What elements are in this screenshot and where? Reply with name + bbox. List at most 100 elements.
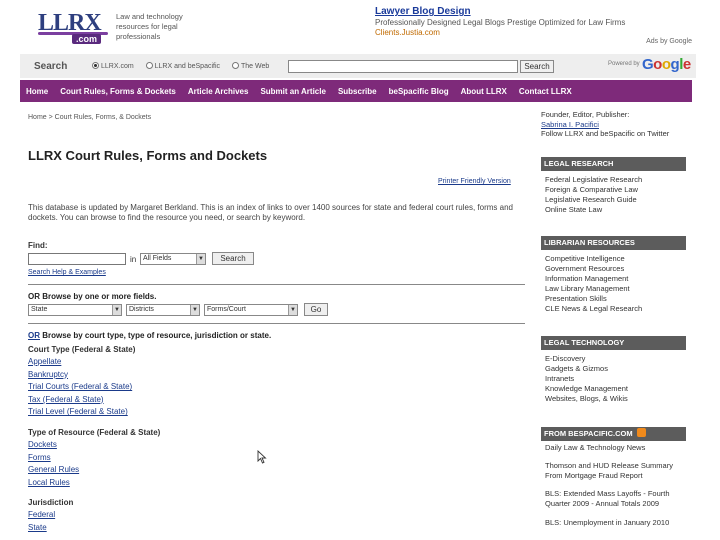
nav-about[interactable]: About LLRX [455, 87, 513, 96]
find-search-button[interactable]: Search [212, 252, 254, 265]
forms-court-select-value: Forms/Court [207, 306, 246, 313]
news-item[interactable]: BLS: Extended Mass Layoffs - Fourth Quar… [545, 489, 685, 509]
section-header-legal-technology: Legal Technology [541, 336, 686, 350]
powered-by-label: Powered by [608, 61, 640, 67]
court-type-item[interactable]: Tax (Federal & State) [28, 394, 132, 407]
go-button[interactable]: Go [304, 303, 328, 316]
jurisdiction-heading: Jurisdiction [28, 498, 74, 507]
ad-description: Professionally Designed Legal Blogs Pres… [375, 18, 626, 27]
sidebar-link[interactable]: Competitive Intelligence [545, 254, 642, 264]
state-select[interactable]: State ▼ [28, 304, 122, 316]
nav-article-archives[interactable]: Article Archives [182, 87, 255, 96]
court-type-item[interactable]: Bankruptcy [28, 369, 132, 382]
search-scope-llrx[interactable]: LLRX.com [92, 62, 134, 70]
sidebar-link[interactable]: Websites, Blogs, & Wikis [545, 394, 628, 404]
legal-technology-list: E-Discovery Gadgets & Gizmos Intranets K… [545, 354, 628, 404]
nav-court-rules[interactable]: Court Rules, Forms & Dockets [54, 87, 182, 96]
sidebar-founder: Founder, Editor, Publisher: Sabrina I. P… [541, 110, 687, 139]
browse-type-heading: OR Browse by court type, type of resourc… [28, 331, 272, 340]
forms-court-select[interactable]: Forms/Court ▼ [204, 304, 298, 316]
court-type-list: Appellate Bankruptcy Trial Courts (Feder… [28, 356, 132, 419]
resource-type-item[interactable]: General Rules [28, 464, 79, 477]
breadcrumb[interactable]: Home > Court Rules, Forms, & Dockets [28, 114, 151, 121]
resource-type-item[interactable]: Forms [28, 452, 79, 465]
find-label: Find: [28, 241, 48, 250]
ad-url-link[interactable]: Clients.Justia.com [375, 28, 695, 37]
main-content: Home > Court Rules, Forms, & Dockets LLR… [28, 108, 528, 540]
dropdown-arrow-icon: ▼ [288, 305, 297, 315]
founder-name-link[interactable]: Sabrina I. Pacifici [541, 120, 687, 130]
district-select[interactable]: Districts ▼ [126, 304, 200, 316]
or-link[interactable]: OR [28, 331, 40, 340]
jurisdiction-list: Federal State [28, 509, 55, 534]
sidebar-link[interactable]: CLE News & Legal Research [545, 304, 642, 314]
court-type-item[interactable]: Appellate [28, 356, 132, 369]
bespacific-subtitle: Daily Law & Technology News [545, 443, 646, 452]
resource-type-item[interactable]: Local Rules [28, 477, 79, 490]
court-type-item[interactable]: Trial Courts (Federal & State) [28, 381, 132, 394]
ad-title-link[interactable]: Lawyer Blog Design [375, 6, 695, 17]
site-search-input[interactable] [288, 60, 518, 73]
radio-icon[interactable] [145, 62, 153, 69]
ads-by-google-link[interactable]: Ads by Google [646, 38, 692, 45]
sidebar-link[interactable]: Information Management [545, 274, 642, 284]
printer-friendly-link[interactable]: Printer Friendly Version [438, 178, 511, 185]
rss-feed-icon[interactable] [636, 428, 646, 437]
field-select-value: All Fields [143, 255, 172, 262]
sidebar-link[interactable]: Online State Law [545, 205, 642, 215]
sidebar-link[interactable]: Knowledge Management [545, 384, 628, 394]
court-type-heading: Court Type (Federal & State) [28, 345, 136, 354]
search-scope-web[interactable]: The Web [231, 62, 269, 70]
section-header-legal-research: Legal Research [541, 157, 686, 171]
jurisdiction-item[interactable]: Federal [28, 509, 55, 522]
news-item[interactable]: Thomson and HUD Release Summary From Mor… [545, 461, 685, 481]
nav-submit-article[interactable]: Submit an Article [254, 87, 332, 96]
sidebar-link[interactable]: Presentation Skills [545, 294, 642, 304]
twitter-follow-text[interactable]: Follow LLRX and beSpacific on Twitter [541, 129, 687, 139]
nav-contact[interactable]: Contact LLRX [513, 87, 578, 96]
field-select[interactable]: All Fields ▼ [140, 253, 206, 265]
sidebar-link[interactable]: Federal Legislative Research [545, 175, 642, 185]
search-help-link[interactable]: Search Help & Examples [28, 269, 106, 276]
radio-selected-icon[interactable] [92, 62, 99, 69]
section-header-librarian-resources: Librarian Resources [541, 236, 686, 250]
sidebar-link[interactable]: Law Library Management [545, 284, 642, 294]
divider [28, 323, 525, 324]
tagline: Law and technology resources for legal p… [116, 12, 183, 41]
sidebar-link[interactable]: Gadgets & Gizmos [545, 364, 628, 374]
dropdown-arrow-icon: ▼ [112, 305, 121, 315]
news-item[interactable]: BLS: Unemployment in January 2010 [545, 518, 685, 528]
main-nav: Home Court Rules, Forms & Dockets Articl… [20, 80, 692, 102]
dropdown-arrow-icon: ▼ [196, 254, 205, 264]
section-header-bespacific: From beSpacific.com [541, 427, 686, 441]
page-title: LLRX Court Rules, Forms and Dockets [28, 148, 268, 163]
court-type-item[interactable]: Trial Level (Federal & State) [28, 406, 132, 419]
site-search-button[interactable]: Search [520, 60, 554, 73]
find-input[interactable] [28, 253, 126, 265]
mouse-cursor-icon [257, 450, 267, 464]
resource-type-item[interactable]: Dockets [28, 439, 79, 452]
sidebar-link[interactable]: E-Discovery [545, 354, 628, 364]
llrx-logo[interactable]: LLRX .com [38, 10, 118, 44]
dropdown-arrow-icon: ▼ [190, 305, 199, 315]
state-select-value: State [31, 306, 48, 313]
sidebar-link[interactable]: Intranets [545, 374, 628, 384]
search-scope-options: LLRX.com LLRX and beSpacific The Web [92, 62, 279, 70]
site-header: LLRX .com Law and technology resources f… [20, 0, 696, 50]
sidebar-link[interactable]: Foreign & Comparative Law [545, 185, 642, 195]
nav-bespacific-blog[interactable]: beSpacific Blog [383, 87, 455, 96]
resource-type-heading: Type of Resource (Federal & State) [28, 428, 161, 437]
sidebar-link[interactable]: Legislative Research Guide [545, 195, 642, 205]
nav-subscribe[interactable]: Subscribe [332, 87, 383, 96]
radio-icon[interactable] [231, 62, 239, 69]
legal-research-list: Federal Legislative Research Foreign & C… [545, 175, 642, 215]
jurisdiction-item[interactable]: State [28, 522, 55, 535]
founder-label: Founder, Editor, Publisher: [541, 110, 630, 119]
nav-home[interactable]: Home [20, 87, 54, 96]
search-scope-llrx-bespacific[interactable]: LLRX and beSpacific [145, 62, 220, 70]
google-ad: Lawyer Blog Design Professionally Design… [375, 6, 695, 37]
google-logo: Google [642, 56, 691, 73]
sidebar-link[interactable]: Government Resources [545, 264, 642, 274]
search-label: Search [34, 61, 68, 72]
resource-type-list: Dockets Forms General Rules Local Rules [28, 439, 79, 489]
